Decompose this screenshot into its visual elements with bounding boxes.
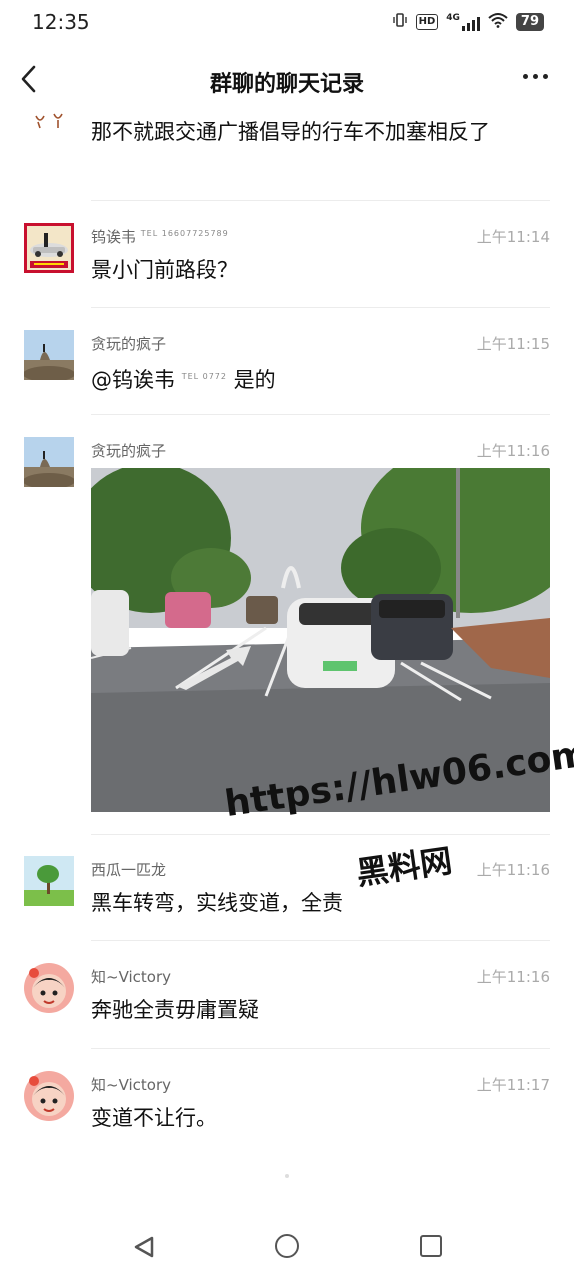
avatar[interactable]	[24, 330, 74, 380]
hd-icon: HD	[415, 14, 439, 30]
sender-name: 钨诶韦 TEL 16607725789	[91, 226, 229, 247]
avatar[interactable]	[24, 1071, 74, 1121]
sender-name: 知~Victory	[91, 1076, 172, 1094]
network-icon: 4G	[446, 13, 480, 31]
message-time: 上午11:16	[476, 968, 550, 986]
divider	[91, 200, 550, 201]
divider	[91, 414, 550, 415]
scroll-indicator	[285, 1174, 289, 1178]
vibrate-icon	[392, 12, 408, 32]
title-bar: 群聊的聊天记录	[0, 52, 574, 108]
status-time: 12:35	[32, 10, 90, 34]
message-text: 那不就跟交通广播倡导的行车不加塞相反了	[91, 120, 490, 144]
avatar	[24, 108, 74, 130]
message-time: 上午11:16	[476, 861, 550, 879]
page-title: 群聊的聊天记录	[209, 72, 364, 97]
divider	[91, 1048, 550, 1049]
message-text: 景小门前路段？	[91, 258, 238, 282]
sender-name: 知~Victory	[91, 968, 172, 986]
triangle-back-icon[interactable]	[133, 1235, 155, 1263]
more-icon[interactable]	[523, 74, 548, 79]
mention-text: @钨诶韦	[91, 368, 175, 392]
status-icons: HD 4G 79	[392, 12, 544, 32]
watermark-name: 黑料网	[354, 841, 455, 893]
signal-icon	[461, 15, 480, 31]
sender-name-text: 钨诶韦	[91, 228, 137, 246]
avatar[interactable]	[24, 437, 74, 487]
sender-name: 贪玩的疯子	[91, 335, 167, 353]
sender-name: 西瓜一匹龙	[91, 861, 167, 879]
message-text: 黑车转弯，实线变道，全责	[91, 891, 343, 915]
sender-tag: TEL 16607725789	[140, 229, 229, 238]
message-text-tail: 是的	[227, 368, 276, 392]
divider	[91, 940, 550, 941]
message-time: 上午11:15	[476, 335, 550, 353]
circle-home-icon[interactable]	[275, 1234, 299, 1258]
message-time: 上午11:16	[476, 442, 550, 460]
message-text: 变道不让行。	[91, 1106, 217, 1130]
message-time: 上午11:14	[476, 228, 550, 246]
status-bar: 12:35 HD 4G 79	[0, 0, 574, 44]
divider	[91, 834, 550, 835]
mention-tag: TEL 0772	[181, 372, 227, 381]
message-text: @钨诶韦 TEL 0772 是的	[91, 361, 550, 396]
battery-icon: 79	[515, 13, 544, 31]
avatar[interactable]	[24, 223, 74, 273]
system-nav-bar	[0, 1210, 574, 1280]
message-time: 上午11:17	[476, 1076, 550, 1094]
sender-name: 贪玩的疯子	[91, 442, 167, 460]
square-recent-icon[interactable]	[420, 1235, 442, 1257]
avatar[interactable]	[24, 963, 74, 1013]
network-label: 4G	[446, 13, 460, 23]
message-text: 奔驰全责毋庸置疑	[91, 998, 259, 1022]
divider	[91, 307, 550, 308]
wifi-icon	[488, 12, 508, 32]
avatar[interactable]	[24, 856, 74, 906]
